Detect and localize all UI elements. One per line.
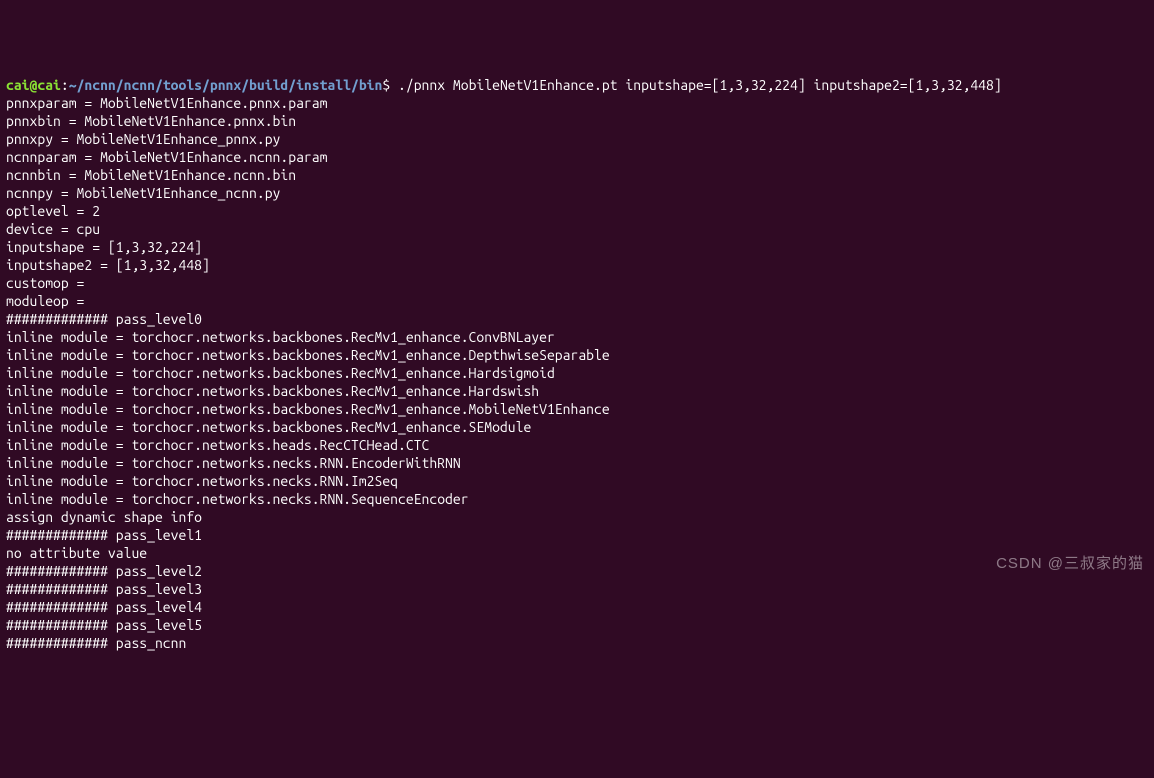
output-line: ncnnbin = MobileNetV1Enhance.ncnn.bin — [6, 167, 296, 183]
output-line: ############# pass_level3 — [6, 581, 202, 597]
output-line: inline module = torchocr.networks.heads.… — [6, 437, 429, 453]
output-line: inline module = torchocr.networks.necks.… — [6, 473, 398, 489]
output-line: inputshape = [1,3,32,224] — [6, 239, 202, 255]
terminal[interactable]: cai@cai:~/ncnn/ncnn/tools/pnnx/build/ins… — [6, 76, 1148, 652]
output-line: ############# pass_ncnn — [6, 635, 186, 651]
output-line: ############# pass_level5 — [6, 617, 202, 633]
command-text: ./pnnx MobileNetV1Enhance.pt inputshape=… — [390, 77, 1002, 93]
output-line: ############# pass_level0 — [6, 311, 202, 327]
output-line: moduleop = — [6, 293, 84, 309]
output-line: inputshape2 = [1,3,32,448] — [6, 257, 210, 273]
prompt-path: ~/ncnn/ncnn/tools/pnnx/build/install/bin — [69, 77, 383, 93]
output-line: pnnxbin = MobileNetV1Enhance.pnnx.bin — [6, 113, 296, 129]
output-line: inline module = torchocr.networks.backbo… — [6, 347, 610, 363]
output-line: assign dynamic shape info — [6, 509, 202, 525]
output-line: ncnnparam = MobileNetV1Enhance.ncnn.para… — [6, 149, 327, 165]
prompt-user: cai@cai — [6, 77, 61, 93]
output-line: optlevel = 2 — [6, 203, 100, 219]
watermark: CSDN @三叔家的猫 — [996, 555, 1144, 573]
prompt-colon: : — [61, 77, 69, 93]
output-line: inline module = torchocr.networks.backbo… — [6, 419, 531, 435]
output-line: no attribute value — [6, 545, 147, 561]
output-line: ncnnpy = MobileNetV1Enhance_ncnn.py — [6, 185, 280, 201]
output-line: inline module = torchocr.networks.backbo… — [6, 383, 539, 399]
output-line: inline module = torchocr.networks.backbo… — [6, 329, 555, 345]
prompt-dollar: $ — [382, 77, 390, 93]
output-line: ############# pass_level2 — [6, 563, 202, 579]
output-line: inline module = torchocr.networks.necks.… — [6, 491, 469, 507]
output-line: inline module = torchocr.networks.necks.… — [6, 455, 461, 471]
output-line: customop = — [6, 275, 84, 291]
output-line: inline module = torchocr.networks.backbo… — [6, 365, 555, 381]
output-line: pnnxparam = MobileNetV1Enhance.pnnx.para… — [6, 95, 327, 111]
output-line: ############# pass_level4 — [6, 599, 202, 615]
output-line: inline module = torchocr.networks.backbo… — [6, 401, 610, 417]
output-line: pnnxpy = MobileNetV1Enhance_pnnx.py — [6, 131, 280, 147]
output-line: device = cpu — [6, 221, 100, 237]
output-line: ############# pass_level1 — [6, 527, 202, 543]
